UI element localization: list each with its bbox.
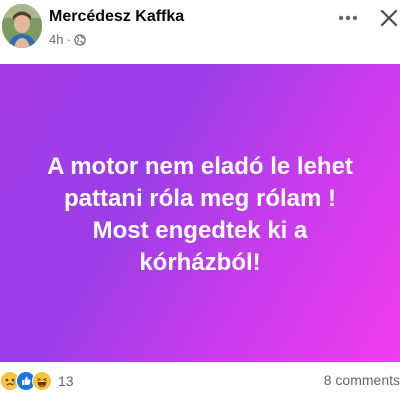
post-timestamp[interactable]: 4h (49, 32, 63, 47)
reactions-summary[interactable]: 13 (0, 370, 74, 392)
haha-icon (32, 371, 52, 391)
post-text: A motor nem eladó le lehet pattani róla … (47, 153, 353, 276)
author-name[interactable]: Mercédesz Kaffka (49, 8, 184, 26)
post-background[interactable]: A motor nem eladó le lehet pattani róla … (0, 64, 400, 362)
reaction-count: 13 (58, 373, 74, 389)
close-button[interactable] (378, 4, 400, 32)
globe-icon (74, 33, 86, 46)
more-options-button[interactable] (334, 6, 362, 30)
post-card: Mercédesz Kaffka 4h · A motor nem eladó … (0, 0, 400, 400)
comments-count-link[interactable]: 8 comments (324, 372, 400, 388)
avatar-image (2, 4, 42, 48)
post-footer: 13 8 comments (0, 366, 400, 396)
more-options-icon (338, 15, 358, 21)
close-icon (380, 9, 398, 27)
meta-separator: · (66, 32, 71, 47)
post-header: Mercédesz Kaffka 4h · (0, 0, 400, 64)
avatar[interactable] (2, 4, 42, 48)
post-meta: 4h · (49, 32, 86, 47)
